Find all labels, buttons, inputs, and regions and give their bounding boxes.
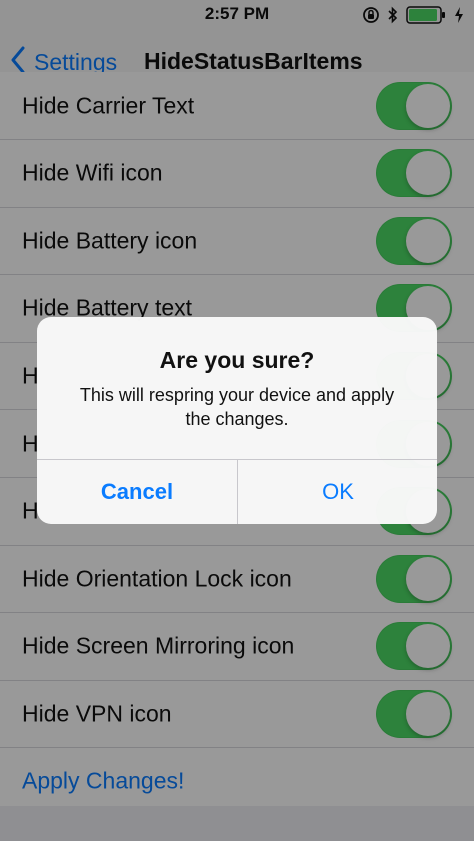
alert-title: Are you sure? bbox=[159, 347, 315, 373]
confirm-alert: Are you sure? This will respring your de… bbox=[37, 317, 437, 524]
cancel-button[interactable]: Cancel bbox=[37, 460, 237, 524]
ok-button[interactable]: OK bbox=[238, 460, 437, 524]
settings-screen: 2:57 PM Settings HideStatusBarItems Hide… bbox=[0, 0, 474, 841]
alert-message: This will respring your device and apply… bbox=[79, 385, 395, 429]
